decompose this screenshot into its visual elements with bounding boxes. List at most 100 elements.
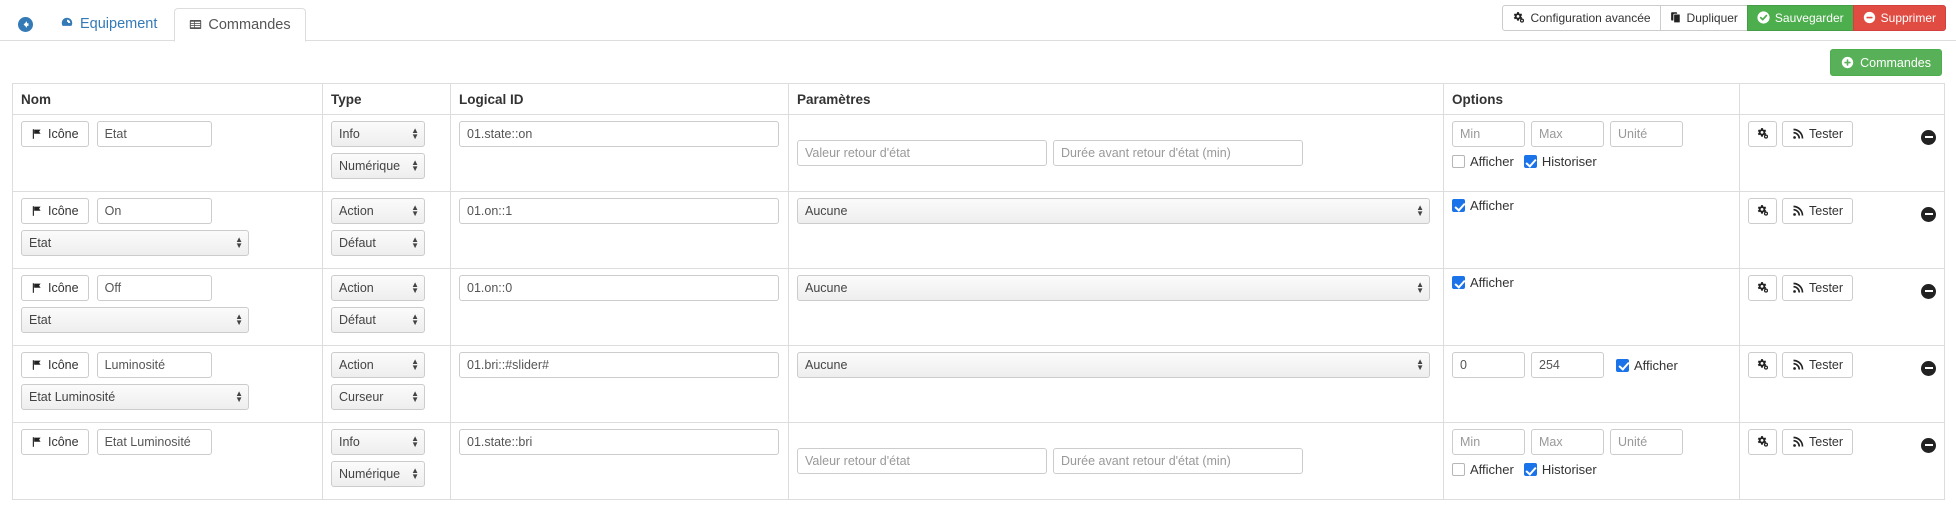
row-1-value-select-value: Aucune [805, 204, 848, 218]
row-1-afficher-checkbox[interactable] [1452, 199, 1465, 212]
row-3-logicalid-input[interactable] [459, 352, 779, 378]
row-0-afficher-checkbox[interactable] [1452, 155, 1465, 168]
row-3-afficher-checkbox[interactable] [1616, 358, 1629, 372]
row-1-test-button[interactable]: Tester [1782, 198, 1854, 224]
row-4-subtype-select[interactable]: Numérique ▲ ▼ [331, 461, 425, 487]
row-1-logicalid-input[interactable] [459, 198, 779, 224]
row-4-max-input[interactable] [1531, 429, 1604, 455]
dupliquer-button[interactable]: Dupliquer [1659, 5, 1748, 31]
row-2-value-select-value: Aucune [805, 281, 848, 295]
select-spinner-icon: ▲ ▼ [235, 235, 243, 250]
row-1-configure-button[interactable] [1748, 198, 1777, 224]
row-2-configure-button[interactable] [1748, 275, 1777, 301]
row-0-subtype-select[interactable]: Numérique ▲ ▼ [331, 153, 425, 179]
row-4-test-button[interactable]: Tester [1782, 429, 1854, 455]
cogs-icon [1756, 281, 1769, 295]
row-4-name-input[interactable] [96, 429, 212, 455]
row-2-afficher-checkbox[interactable] [1452, 276, 1465, 289]
row-1-parent-select[interactable]: Etat ▲ ▼ [21, 230, 249, 256]
row-0-historiser-checkbox[interactable] [1523, 155, 1537, 168]
row-2-logicalid-input[interactable] [459, 275, 779, 301]
sauvegarder-button[interactable]: Sauvegarder [1746, 5, 1854, 31]
row-4-minmax-row [1452, 429, 1731, 455]
row-4-return-value-input[interactable] [797, 448, 1047, 474]
row-4-actions-cell: Tester [1748, 429, 1936, 493]
row-1-value-select[interactable]: Aucune ▲ ▼ [797, 198, 1430, 224]
row-1-name-input[interactable] [96, 198, 212, 224]
row-0-return-value-input[interactable] [797, 140, 1047, 166]
row-3-name-input[interactable] [96, 352, 212, 378]
row-1-parent-select-value: Etat [29, 236, 52, 250]
row-3-parent-row: Etat Luminosité ▲ ▼ [21, 384, 314, 410]
row-0-test-button[interactable]: Tester [1782, 121, 1854, 147]
row-3-test-button[interactable]: Tester [1782, 352, 1854, 378]
row-2-test-button[interactable]: Tester [1782, 275, 1854, 301]
table-icon [189, 8, 202, 42]
row-0-type-select[interactable]: Info ▲ ▼ [331, 121, 425, 147]
row-4-historiser-checkbox[interactable] [1523, 463, 1537, 476]
row-2-parent-select[interactable]: Etat ▲ ▼ [21, 307, 249, 333]
row-4-min-input[interactable] [1452, 429, 1525, 455]
row-4-type-select[interactable]: Info ▲ ▼ [331, 429, 425, 455]
row-4-afficher-checkbox[interactable] [1452, 463, 1465, 476]
row-3-name-cell: Icône Etat Luminosité ▲▼ [21, 352, 314, 416]
row-0-logicalid-input[interactable] [459, 121, 779, 147]
rss-icon [1792, 127, 1804, 141]
row-3-test-button-label: Tester [1809, 358, 1844, 372]
row-2-subtype-select[interactable]: Défaut ▲ ▼ [331, 307, 425, 333]
row-3-min-input[interactable] [1452, 352, 1525, 378]
row-0-unit-input[interactable] [1610, 121, 1683, 147]
row-1-icon-button[interactable]: Icône [21, 198, 89, 224]
row-3-type-select[interactable]: Action ▲ ▼ [331, 352, 425, 378]
row-2-delete-icon[interactable] [1921, 283, 1936, 299]
row-2-type-cell: Action ▲ ▼ Défaut ▲ ▼ [331, 275, 442, 339]
row-4-logicalid-input[interactable] [459, 429, 779, 455]
row-1-type-select[interactable]: Action ▲ ▼ [331, 198, 425, 224]
supprimer-label: Supprimer [1880, 11, 1936, 25]
row-1-subtype-select[interactable]: Défaut ▲ ▼ [331, 230, 425, 256]
back-button[interactable] [14, 8, 45, 41]
tab-commandes[interactable]: Commandes [174, 8, 306, 42]
row-1-subtype-select-value: Défaut [339, 236, 376, 250]
row-3-value-select[interactable]: Aucune ▲ ▼ [797, 352, 1430, 378]
configuration-avancee-button[interactable]: Configuration avancée [1502, 5, 1661, 31]
row-2-type-select[interactable]: Action ▲ ▼ [331, 275, 425, 301]
row-2-parent-row: Etat ▲ ▼ [21, 307, 314, 333]
row-4-configure-button[interactable] [1748, 429, 1777, 455]
row-4-unit-input[interactable] [1610, 429, 1683, 455]
row-4-delete-icon[interactable] [1921, 437, 1936, 453]
row-0-name-input[interactable] [96, 121, 212, 147]
cogs-icon [1756, 435, 1769, 449]
configuration-avancee-label: Configuration avancée [1530, 11, 1651, 25]
row-4-return-duration-input[interactable] [1053, 448, 1303, 474]
row-2-name-input[interactable] [96, 275, 212, 301]
row-0-type-cell: Info ▲ ▼ Numérique ▲ ▼ [331, 121, 442, 185]
row-3-subtype-select-value: Curseur [339, 390, 384, 404]
tab-equipement[interactable]: Equipement [45, 8, 172, 41]
row-3-parent-select[interactable]: Etat Luminosité ▲ ▼ [21, 384, 249, 410]
row-2-name-cell: Icône Etat ▲▼ [21, 275, 314, 339]
supprimer-button[interactable]: Supprimer [1852, 5, 1946, 31]
row-3-icon-button[interactable]: Icône [21, 352, 89, 378]
row-3-configure-button[interactable] [1748, 352, 1777, 378]
add-commande-button[interactable]: Commandes [1830, 49, 1942, 76]
row-4-icon-button[interactable]: Icône [21, 429, 89, 455]
row-0-params-cell [797, 121, 1435, 185]
row-0-return-duration-input[interactable] [1053, 140, 1303, 166]
row-1-delete-icon[interactable] [1921, 206, 1936, 222]
commands-table-body: Icône Info ▲▼ Numérique ▲▼ Afficher Historiser… [12, 114, 1945, 500]
row-0-max-input[interactable] [1531, 121, 1604, 147]
row-4-name-cell: Icône [21, 429, 314, 493]
row-2-options-cell: Afficher [1452, 275, 1731, 339]
row-3-delete-icon[interactable] [1921, 360, 1936, 376]
row-2-type-select-value: Action [339, 281, 374, 295]
row-2-icon-button[interactable]: Icône [21, 275, 89, 301]
row-0-icon-button[interactable]: Icône [21, 121, 89, 147]
row-2-value-select[interactable]: Aucune ▲ ▼ [797, 275, 1430, 301]
row-0-min-input[interactable] [1452, 121, 1525, 147]
row-3-max-input[interactable] [1531, 352, 1604, 378]
row-3-subtype-select[interactable]: Curseur ▲ ▼ [331, 384, 425, 410]
row-0-delete-icon[interactable] [1921, 129, 1936, 145]
row-0-options-cell: Afficher Historiser [1452, 121, 1731, 185]
row-0-configure-button[interactable] [1748, 121, 1777, 147]
